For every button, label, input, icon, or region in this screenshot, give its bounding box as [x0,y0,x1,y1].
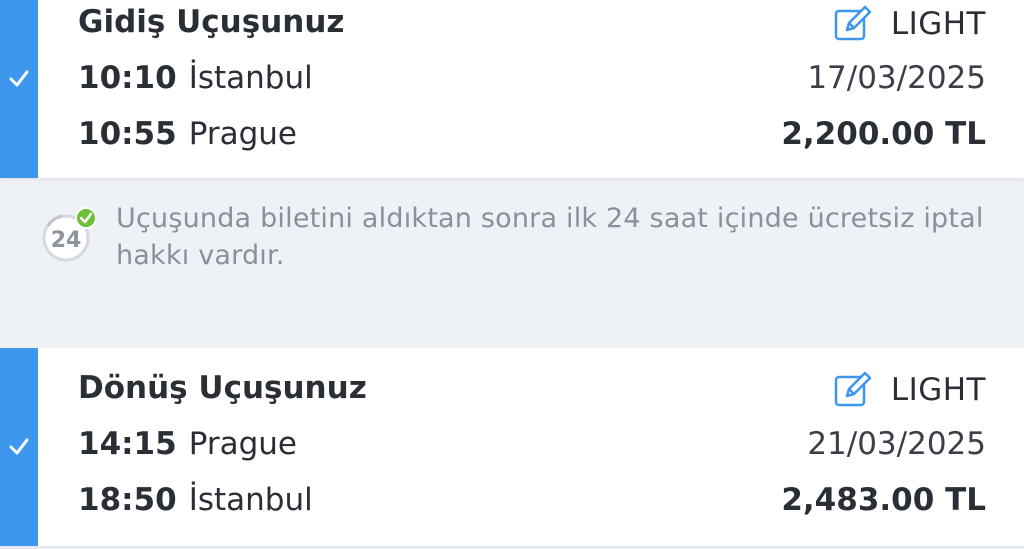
outbound-departure-city: İstanbul [188,60,313,96]
outbound-arrival-row: 10:55 Prague 2,200.00 TL [78,116,986,160]
badge-24-text: 24 [51,228,82,253]
return-fare-edit[interactable]: LIGHT [833,370,986,410]
outbound-departure-row: 10:10 İstanbul 17/03/2025 [78,60,986,104]
free-cancel-text: Uçuşunda biletini aldıktan sonra ilk 24 … [116,203,984,271]
edit-icon[interactable] [833,370,873,410]
checkmark-icon [9,438,29,455]
outbound-arrival-time: 10:55 [78,116,177,152]
return-arrival-row: 18:50 İstanbul 2,483.00 TL [78,482,986,526]
outbound-flight-card[interactable]: Gidiş Uçuşunuz LIGHT 10:10 İstanbul 17/03… [0,0,1024,178]
return-departure-row: 14:15 Prague 21/03/2025 [78,426,986,470]
selected-stripe [0,348,38,546]
return-departure-time: 14:15 [78,426,177,462]
outbound-date: 17/03/2025 [807,60,986,96]
outbound-header-row: Gidiş Uçuşunuz LIGHT [78,4,986,48]
outbound-fare-class: LIGHT [890,6,986,42]
return-fare-class: LIGHT [890,372,986,408]
24h-cancel-icon: 24 [42,207,96,262]
selected-stripe [0,0,38,178]
return-header-row: Dönüş Uçuşunuz LIGHT [78,370,986,414]
return-price: 2,483.00 TL [781,482,986,518]
return-date: 21/03/2025 [807,426,986,462]
return-departure-city: Prague [188,426,297,462]
outbound-fare-edit[interactable]: LIGHT [833,4,986,44]
return-title: Dönüş Uçuşunuz [78,370,367,406]
return-arrival-time: 18:50 [78,482,177,518]
outbound-price: 2,200.00 TL [781,116,986,152]
checkmark-icon [9,70,29,87]
outbound-arrival-city: Prague [188,116,297,152]
return-arrival-city: İstanbul [188,482,313,518]
outbound-departure-time: 10:10 [78,60,177,96]
outbound-title: Gidiş Uçuşunuz [78,4,345,40]
return-flight-card[interactable]: Dönüş Uçuşunuz LIGHT 14:15 Prague 21/03/2… [0,348,1024,546]
edit-icon[interactable] [833,4,873,44]
